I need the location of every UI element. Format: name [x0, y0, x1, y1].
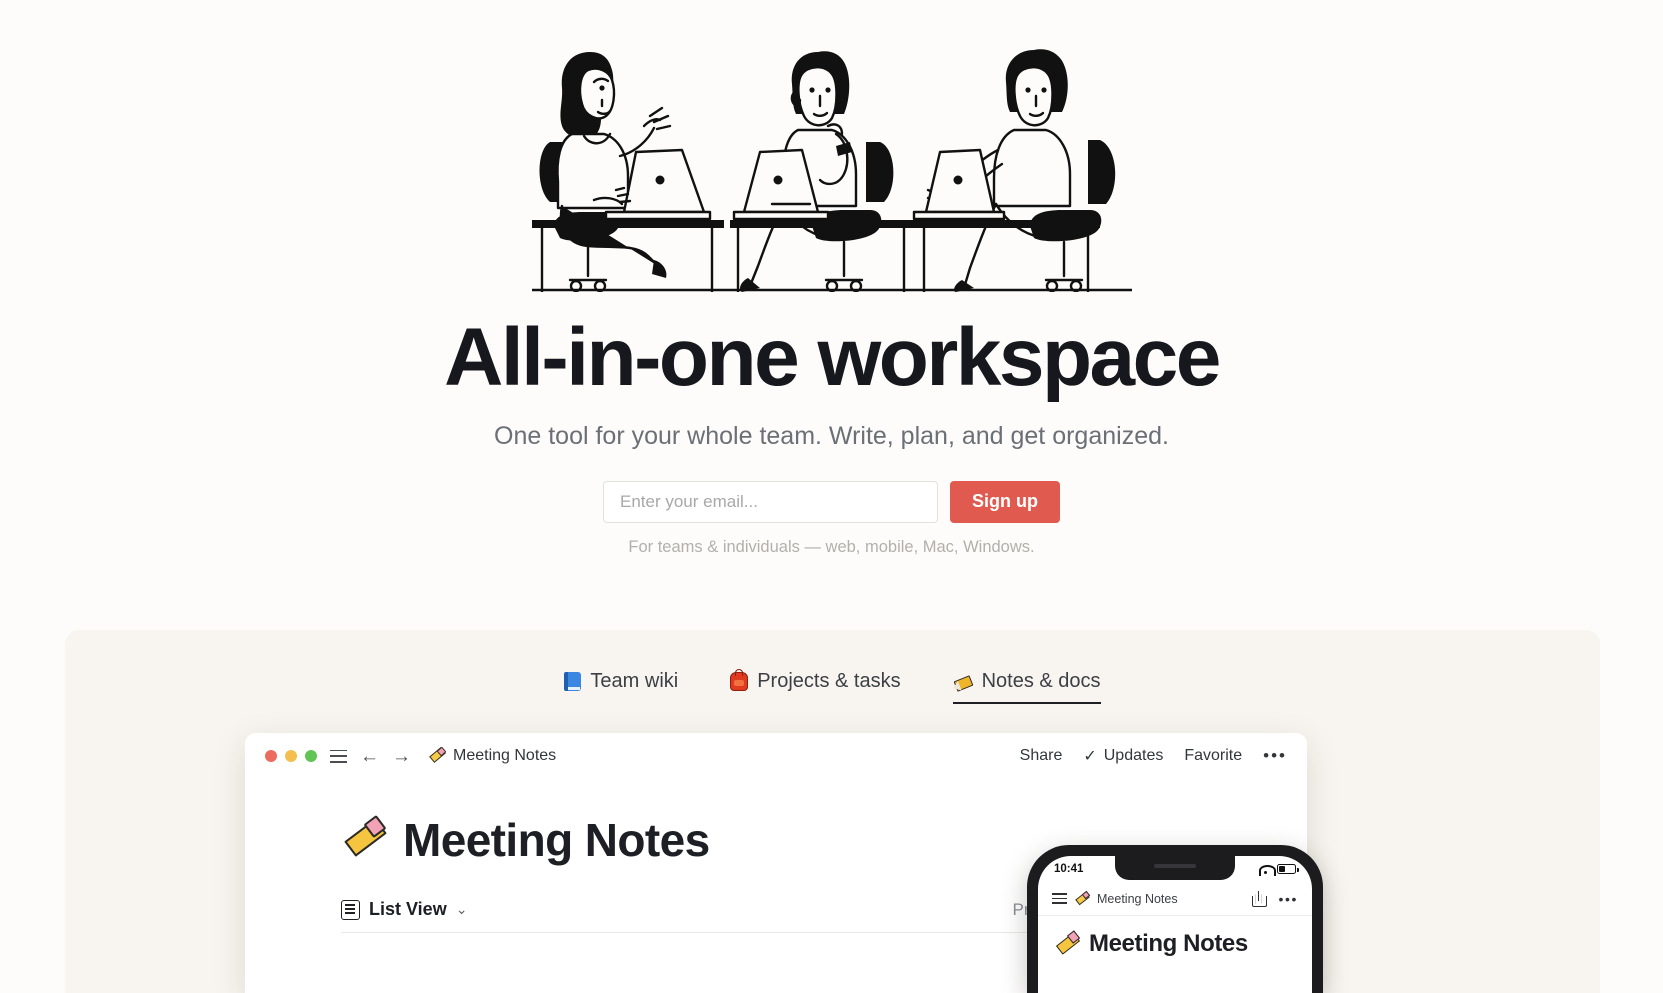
view-name: List View: [369, 899, 447, 919]
hero-subtitle: One tool for your whole team. Write, pla…: [494, 421, 1169, 450]
favorite-button[interactable]: Favorite: [1184, 747, 1242, 765]
hamburger-icon[interactable]: [330, 749, 347, 763]
tab-projects-tasks[interactable]: Projects & tasks: [730, 669, 901, 704]
tab-team-wiki[interactable]: Team wiki: [564, 670, 678, 704]
updates-button[interactable]: ✓ Updates: [1083, 746, 1163, 766]
blue-book-icon: [564, 672, 582, 691]
status-indicators: [1259, 864, 1299, 876]
window-traffic-lights: [265, 750, 317, 762]
forward-arrow-icon[interactable]: →: [392, 747, 411, 766]
breadcrumb[interactable]: Meeting Notes: [428, 747, 556, 765]
tab-label: Projects & tasks: [757, 670, 901, 692]
phone-navbar: Meeting Notes •••: [1038, 882, 1312, 916]
document-title-text: Meeting Notes: [403, 814, 710, 866]
email-field[interactable]: [603, 480, 938, 523]
pencil-icon: [1075, 892, 1089, 905]
writing-hand-icon: [953, 673, 973, 691]
list-view-icon: [341, 899, 360, 920]
breadcrumb-label: Meeting Notes: [453, 747, 557, 764]
pencil-icon: [428, 748, 445, 764]
page-title: All-in-one workspace: [444, 312, 1221, 403]
share-icon[interactable]: [1252, 890, 1268, 907]
share-button[interactable]: Share: [1020, 747, 1063, 765]
back-arrow-icon[interactable]: ←: [360, 747, 379, 766]
pencil-icon: [341, 819, 387, 861]
chevron-down-icon: ⌄: [455, 901, 468, 917]
feature-tabs: Team wiki Projects & tasks Notes & docs: [65, 630, 1600, 704]
pencil-icon: [1054, 932, 1080, 956]
more-options-icon[interactable]: •••: [1278, 892, 1298, 906]
hero-illustration: [531, 49, 1132, 292]
signup-form: Sign up: [0, 480, 1663, 523]
check-icon: ✓: [1083, 748, 1097, 765]
battery-icon: [1277, 864, 1299, 874]
browser-actions: Share ✓ Updates Favorite •••: [1020, 746, 1287, 766]
landing-page: All-in-one workspace One tool for your w…: [0, 0, 1663, 993]
tab-label: Notes & docs: [981, 670, 1101, 692]
phone-notch: [1115, 856, 1235, 880]
minimize-window-button[interactable]: [285, 750, 297, 762]
phone-nav-actions: •••: [1252, 890, 1298, 907]
tab-label: Team wiki: [590, 670, 679, 692]
phone-document-title: Meeting Notes: [1038, 916, 1312, 958]
maximize-window-button[interactable]: [305, 750, 317, 762]
phone-document-title-text: Meeting Notes: [1089, 930, 1248, 957]
wifi-icon: [1259, 864, 1276, 876]
phone-nav-title: Meeting Notes: [1097, 891, 1178, 906]
backpack-icon: [730, 669, 749, 691]
close-window-button[interactable]: [265, 750, 277, 762]
view-selector[interactable]: List View ⌄: [341, 899, 467, 920]
status-time: 10:41: [1054, 863, 1084, 875]
phone-mockup: 10:41 Meeting Notes ••• Meeting Notes: [1027, 845, 1323, 993]
hero-section: All-in-one workspace One tool for your w…: [0, 0, 1663, 557]
more-options-icon[interactable]: •••: [1263, 746, 1287, 766]
signup-button[interactable]: Sign up: [950, 480, 1060, 523]
updates-label: Updates: [1103, 747, 1164, 764]
tab-notes-docs[interactable]: Notes & docs: [952, 670, 1101, 704]
signup-fineprint: For teams & individuals — web, mobile, M…: [628, 537, 1035, 556]
hamburger-icon[interactable]: [1052, 893, 1067, 904]
phone-screen: 10:41 Meeting Notes ••• Meeting Notes: [1038, 856, 1312, 993]
browser-titlebar: ← → Meeting Notes Share ✓ Updates Favori…: [245, 733, 1307, 779]
